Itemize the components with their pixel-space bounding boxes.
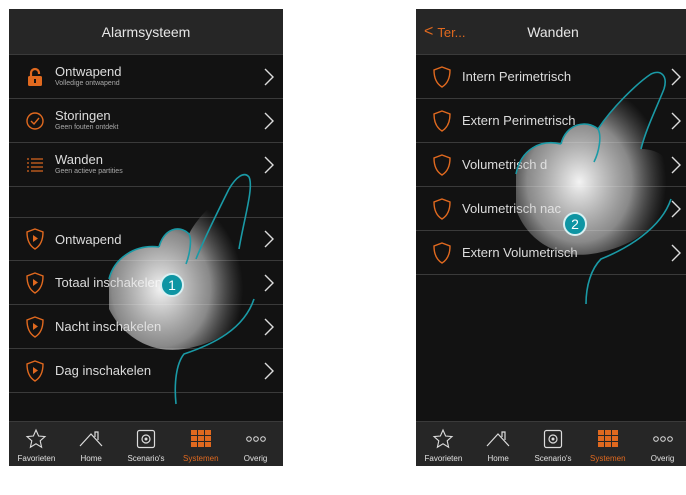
screen-title: Wanden: [527, 23, 579, 40]
star-icon: [25, 426, 47, 452]
shield-icon: [422, 241, 462, 264]
house-icon: [78, 426, 104, 452]
scenario-icon: [135, 426, 157, 452]
tab-label: Home: [80, 454, 102, 463]
tab-label: Favorieten: [17, 454, 56, 463]
tab-label: Scenario's: [127, 454, 165, 463]
list-item-label: Volumetrisch nac: [462, 201, 561, 216]
tab-label: Scenario's: [534, 454, 572, 463]
list-item-nacht-inschakelen[interactable]: Nacht inschakelen: [9, 305, 283, 349]
chevron-right-icon: [255, 230, 283, 248]
wanden-screen: < Ter... Wanden Intern Perimetrisch Exte…: [416, 9, 686, 466]
chevron-right-icon: [662, 244, 686, 262]
bottom-tab-bar: Favorieten Home Scenario's Systemen Over…: [9, 421, 283, 466]
list-item-sublabel: Volledige ontwapend: [55, 80, 120, 87]
more-icon: [245, 426, 267, 452]
list-item-label: Wanden: [55, 152, 103, 167]
padlock-open-icon: [15, 67, 55, 87]
chevron-right-icon: [662, 156, 686, 174]
more-icon: [652, 426, 674, 452]
tab-favorieten[interactable]: Favorieten: [416, 422, 471, 466]
list-item-sublabel: Geen fouten ontdekt: [55, 124, 119, 131]
chevron-right-icon: [255, 68, 283, 86]
screen-header: Alarmsysteem: [9, 9, 283, 55]
shield-icon: [422, 153, 462, 176]
back-button[interactable]: < Ter...: [424, 9, 466, 55]
shield-play-icon: [15, 315, 55, 338]
shield-play-icon: [15, 359, 55, 382]
list-item-sublabel: Geen actieve partities: [55, 168, 123, 175]
list-item-intern-perimetrisch[interactable]: Intern Perimetrisch: [416, 55, 686, 99]
list-item-dag-inschakelen[interactable]: Dag inschakelen: [9, 349, 283, 393]
list-item-label: Dag inschakelen: [55, 363, 152, 378]
list-item-wanden[interactable]: Wanden Geen actieve partities: [9, 143, 283, 187]
list-icon: [15, 155, 55, 175]
list-item-extern-perimetrisch[interactable]: Extern Perimetrisch: [416, 99, 686, 143]
tab-home[interactable]: Home: [471, 422, 526, 466]
tab-scenarios[interactable]: Scenario's: [526, 422, 581, 466]
list-item-label: Nacht inschakelen: [55, 319, 162, 334]
chevron-right-icon: [255, 362, 283, 380]
screen-title: Alarmsysteem: [101, 23, 191, 40]
chevron-right-icon: [662, 112, 686, 130]
star-icon: [432, 426, 454, 452]
tab-label: Systemen: [183, 454, 219, 463]
list-item-ontwapend-status[interactable]: Ontwapend Volledige ontwapend: [9, 55, 283, 99]
tab-overig[interactable]: Overig: [635, 422, 686, 466]
check-circle-icon: [15, 111, 55, 131]
scenario-icon: [542, 426, 564, 452]
chevron-right-icon: [662, 200, 686, 218]
bottom-tab-bar: Favorieten Home Scenario's Systemen Over…: [416, 421, 686, 466]
list-item-label: Intern Perimetrisch: [462, 69, 572, 84]
grid-icon: [596, 426, 620, 452]
list-item-label: Extern Volumetrisch: [462, 245, 578, 260]
step-badge: 2: [563, 212, 587, 236]
chevron-right-icon: [662, 68, 686, 86]
alarm-system-screen: Alarmsysteem Ontwapend Volledige ontwape…: [9, 9, 283, 466]
shield-play-icon: [15, 228, 55, 250]
tab-label: Overig: [243, 454, 268, 463]
list-item-totaal-inschakelen[interactable]: Totaal inschakelen: [9, 261, 283, 305]
back-label: Ter...: [437, 24, 466, 40]
tab-overig[interactable]: Overig: [228, 422, 283, 466]
list-item-label: Extern Perimetrisch: [462, 113, 576, 128]
list-item-volumetrisch-dag[interactable]: Volumetrisch d: [416, 143, 686, 187]
step-badge: 1: [160, 273, 184, 297]
screen-header: < Ter... Wanden: [416, 9, 686, 55]
list-item-label: Volumetrisch d: [462, 157, 548, 172]
house-icon: [485, 426, 511, 452]
list-item-label: Totaal inschakelen: [55, 275, 162, 290]
tab-systemen[interactable]: Systemen: [580, 422, 635, 466]
list-item-ontwapend[interactable]: Ontwapend: [9, 217, 283, 261]
tab-scenarios[interactable]: Scenario's: [119, 422, 174, 466]
tab-label: Home: [487, 454, 509, 463]
shield-play-icon: [15, 271, 55, 294]
tab-favorieten[interactable]: Favorieten: [9, 422, 64, 466]
tab-home[interactable]: Home: [64, 422, 119, 466]
shield-icon: [422, 197, 462, 220]
list-item-volumetrisch-nacht[interactable]: Volumetrisch nac: [416, 187, 686, 231]
tab-systemen[interactable]: Systemen: [173, 422, 228, 466]
list-item-storingen[interactable]: Storingen Geen fouten ontdekt: [9, 99, 283, 143]
tab-label: Overig: [650, 454, 675, 463]
chevron-right-icon: [255, 274, 283, 292]
shield-icon: [422, 109, 462, 132]
tab-label: Systemen: [590, 454, 626, 463]
shield-icon: [422, 65, 462, 88]
chevron-right-icon: [255, 318, 283, 336]
grid-icon: [189, 426, 213, 452]
list-item-extern-volumetrisch[interactable]: Extern Volumetrisch: [416, 231, 686, 275]
chevron-right-icon: [255, 156, 283, 174]
tab-label: Favorieten: [424, 454, 463, 463]
list-item-label: Storingen: [55, 108, 111, 123]
list-item-label: Ontwapend: [55, 231, 122, 247]
chevron-left-icon: <: [424, 23, 434, 40]
list-item-label: Ontwapend: [55, 64, 122, 79]
chevron-right-icon: [255, 112, 283, 130]
